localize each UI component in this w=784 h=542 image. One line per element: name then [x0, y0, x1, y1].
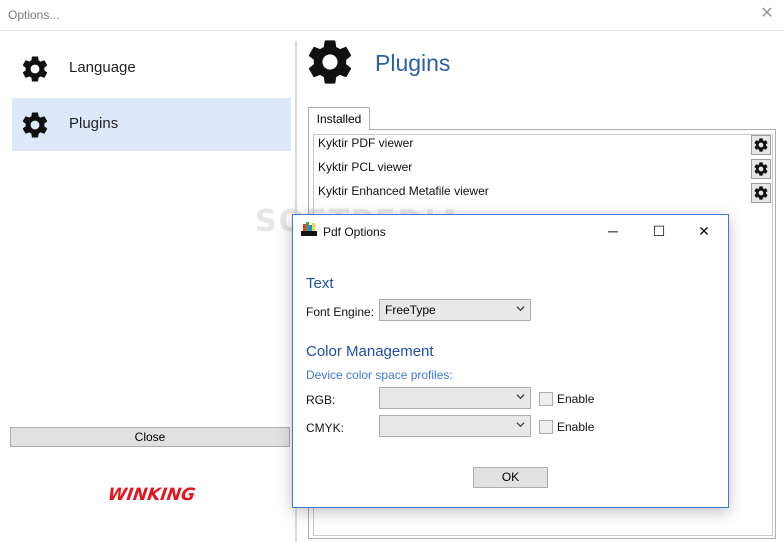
gear-icon: [22, 56, 48, 82]
nav-item-language[interactable]: Language: [12, 42, 291, 95]
close-button[interactable]: Close: [10, 427, 290, 447]
ok-button[interactable]: OK: [473, 467, 548, 488]
plugin-name: Kyktir PCL viewer: [318, 160, 413, 174]
cmyk-enable-label: Enable: [557, 420, 595, 434]
color-management-heading: Color Management: [306, 343, 434, 360]
plugin-name: Kyktir PDF viewer: [318, 136, 414, 150]
rgb-profile-select[interactable]: [379, 387, 531, 409]
gear-icon: [308, 40, 352, 84]
list-item[interactable]: Kyktir PDF viewer: [314, 133, 771, 157]
list-item[interactable]: Kyktir PCL viewer: [314, 157, 771, 181]
plugin-options-button[interactable]: [751, 135, 771, 155]
window-title: Options...: [8, 8, 60, 22]
chevron-down-icon: [516, 422, 525, 428]
plugin-options-button[interactable]: [751, 183, 771, 203]
minimize-icon[interactable]: ─: [599, 221, 627, 241]
gear-icon: [754, 138, 768, 152]
winking-logo: WINKING: [106, 485, 197, 505]
text-section-heading: Text: [306, 275, 334, 292]
maximize-icon[interactable]: ☐: [645, 221, 673, 241]
page-title: Plugins: [375, 50, 451, 76]
rgb-enable-label: Enable: [557, 392, 595, 406]
font-engine-value: FreeType: [385, 303, 436, 317]
cmyk-profile-select[interactable]: [379, 415, 531, 437]
close-icon[interactable]: ✕: [690, 221, 718, 241]
plugin-name: Kyktir Enhanced Metafile viewer: [318, 184, 489, 198]
dialog-titlebar: Pdf Options ─ ☐ ✕: [293, 215, 728, 246]
rgb-enable-checkbox[interactable]: [539, 392, 553, 406]
rgb-label: RGB:: [306, 393, 336, 407]
pdf-options-dialog: Pdf Options ─ ☐ ✕ Text Font Engine: Free…: [292, 214, 729, 508]
font-engine-label: Font Engine:: [306, 305, 375, 319]
cmyk-enable-checkbox[interactable]: [539, 420, 553, 434]
gear-icon: [754, 162, 768, 176]
window-titlebar: Options... ✕: [0, 0, 784, 31]
window-close-icon[interactable]: ✕: [758, 5, 776, 23]
nav-item-label: Plugins: [69, 115, 119, 132]
chevron-down-icon: [516, 306, 525, 312]
font-engine-select[interactable]: FreeType: [379, 299, 531, 321]
profiles-label: Device color space profiles:: [306, 368, 453, 382]
cmyk-label: CMYK:: [306, 421, 345, 435]
gear-icon: [22, 112, 48, 138]
gear-icon: [754, 186, 768, 200]
nav-item-plugins[interactable]: Plugins: [12, 98, 291, 151]
dialog-title: Pdf Options: [323, 225, 386, 239]
tab-installed[interactable]: Installed: [308, 107, 370, 130]
app-icon: [301, 222, 317, 236]
plugin-options-button[interactable]: [751, 159, 771, 179]
list-item[interactable]: Kyktir Enhanced Metafile viewer: [314, 181, 771, 205]
nav-item-label: Language: [69, 59, 136, 76]
chevron-down-icon: [516, 394, 525, 400]
